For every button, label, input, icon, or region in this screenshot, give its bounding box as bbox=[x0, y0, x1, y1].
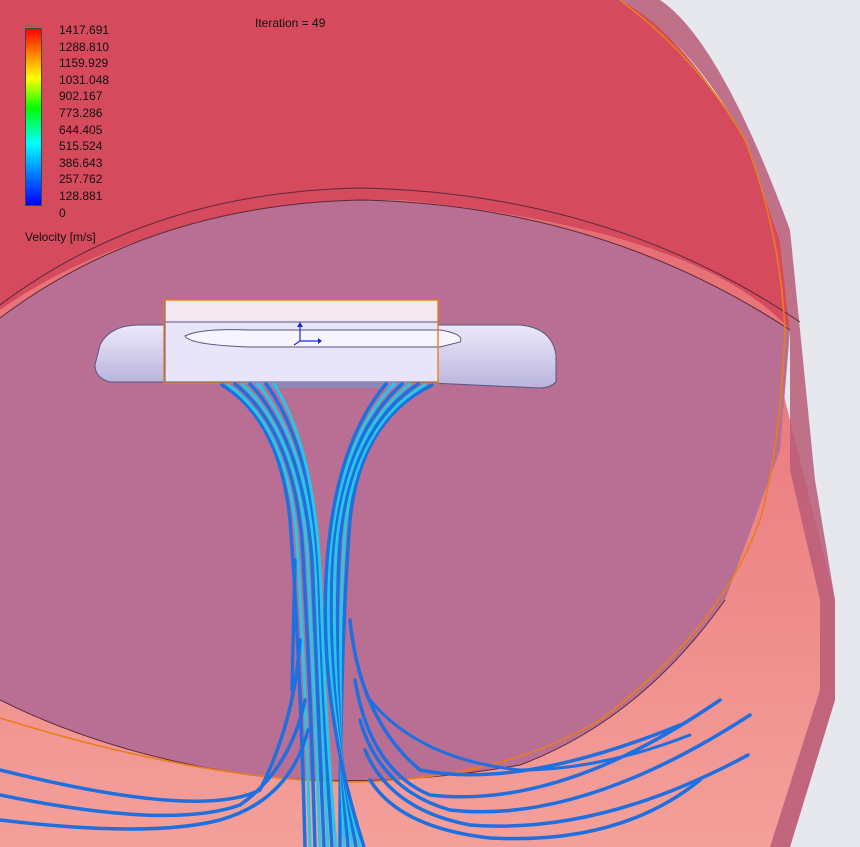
iteration-label: Iteration = 49 bbox=[255, 16, 326, 30]
legend-tick: 1288.810 bbox=[59, 39, 110, 54]
legend-tick: 1417.691 bbox=[59, 23, 110, 37]
legend-tick: 128.881 bbox=[59, 189, 103, 203]
legend-tick: 902.167 bbox=[59, 89, 103, 104]
cfd-viewport[interactable]: 1417.691 1288.810 1159.929 1031.048 902.… bbox=[0, 0, 860, 847]
legend-tick: 1031.048 bbox=[59, 72, 110, 87]
legend-title: Velocity [m/s] bbox=[25, 230, 96, 244]
legend-tick: 515.524 bbox=[59, 139, 103, 154]
legend-tick: 773.286 bbox=[59, 106, 103, 120]
legend-tick: 386.643 bbox=[59, 155, 103, 170]
body-center-plate bbox=[164, 319, 439, 383]
legend-tick: 0 bbox=[59, 205, 66, 220]
legend-color-bar bbox=[25, 28, 42, 206]
legend-tick: 644.405 bbox=[59, 122, 103, 137]
body-slot bbox=[184, 329, 462, 348]
velocity-legend: 1417.691 1288.810 1159.929 1031.048 902.… bbox=[25, 24, 145, 254]
legend-tick: 1159.929 bbox=[59, 56, 109, 71]
body-top-plate bbox=[164, 299, 439, 323]
legend-tick: 257.762 bbox=[59, 172, 103, 187]
